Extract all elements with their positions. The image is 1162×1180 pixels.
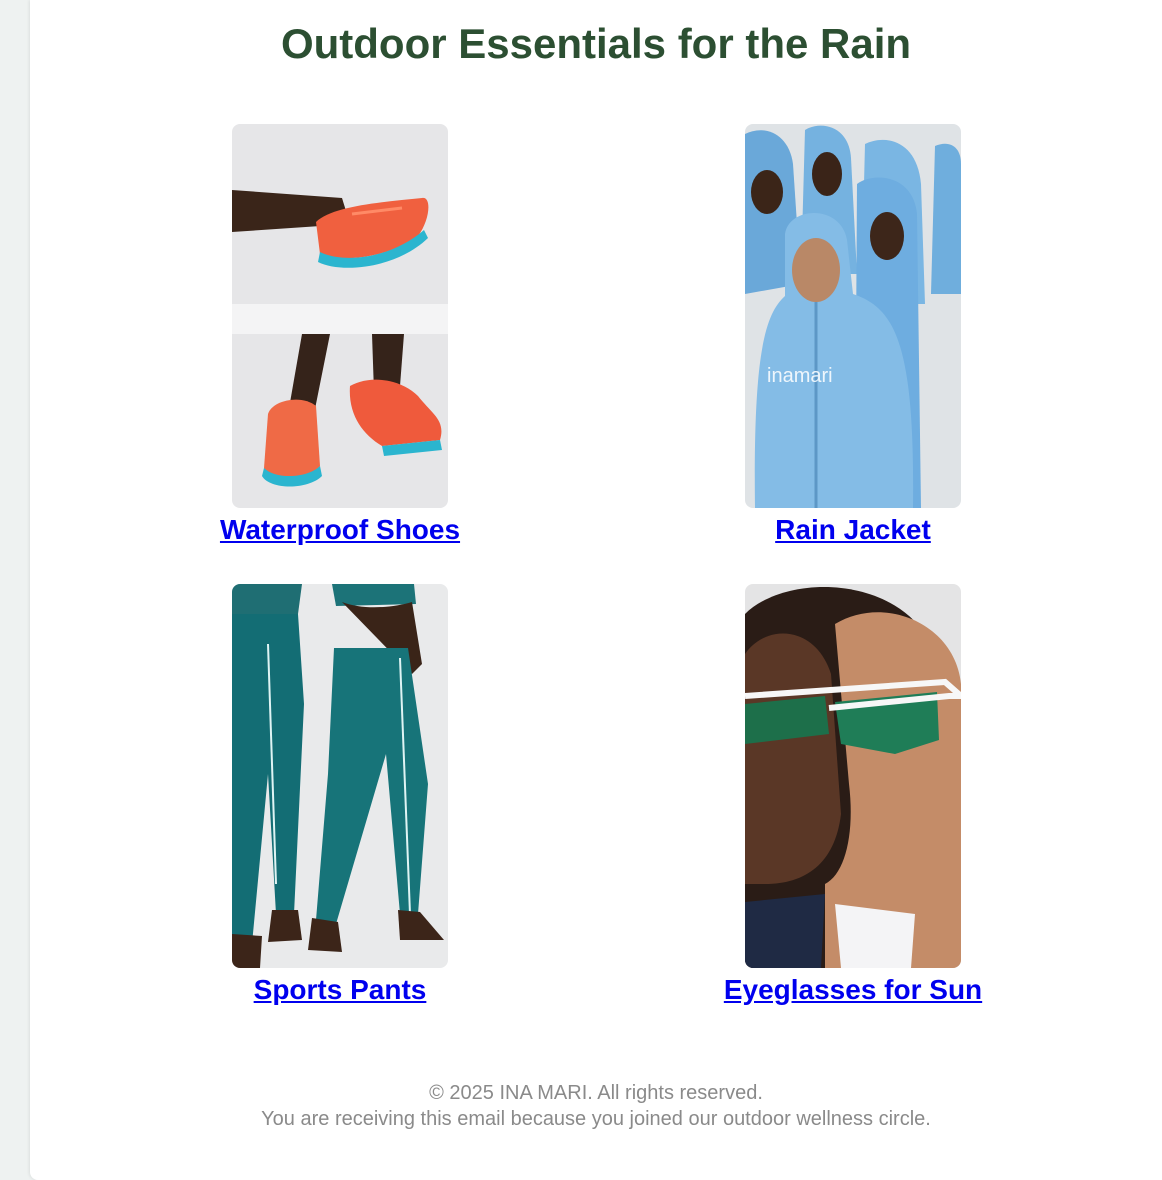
product-link-waterproof-shoes[interactable]: Waterproof Shoes [220,514,460,546]
footer-notice: You are receiving this email because you… [261,1108,931,1130]
product-card-shoes: Waterproof Shoes [180,124,500,546]
product-link-sports-pants[interactable]: Sports Pants [254,974,427,1006]
email-headline: Outdoor Essentials for the Rain [280,20,912,67]
product-card-pants: Sports Pants [180,584,500,1006]
sports-pants-image[interactable] [232,584,448,968]
email-footer: © 2025 INA MARI. All rights reserved. Yo… [30,1080,1162,1132]
email-card: Outdoor Essentials for the Rain Waterpro… [30,0,1162,1180]
product-card-jacket: inamari Rain Jacket [693,124,1013,546]
shoes-image[interactable] [232,124,448,508]
footer-copyright: © 2025 INA MARI. All rights reserved. [429,1082,763,1104]
sunglasses-image[interactable] [745,584,961,968]
jacket-print-text: inamari [767,365,833,387]
product-card-sunglasses: Eyeglasses for Sun [693,584,1013,1006]
rain-jacket-image[interactable]: inamari [745,124,961,508]
product-link-rain-jacket[interactable]: Rain Jacket [775,514,931,546]
product-link-eyeglasses-for-sun[interactable]: Eyeglasses for Sun [724,974,982,1006]
